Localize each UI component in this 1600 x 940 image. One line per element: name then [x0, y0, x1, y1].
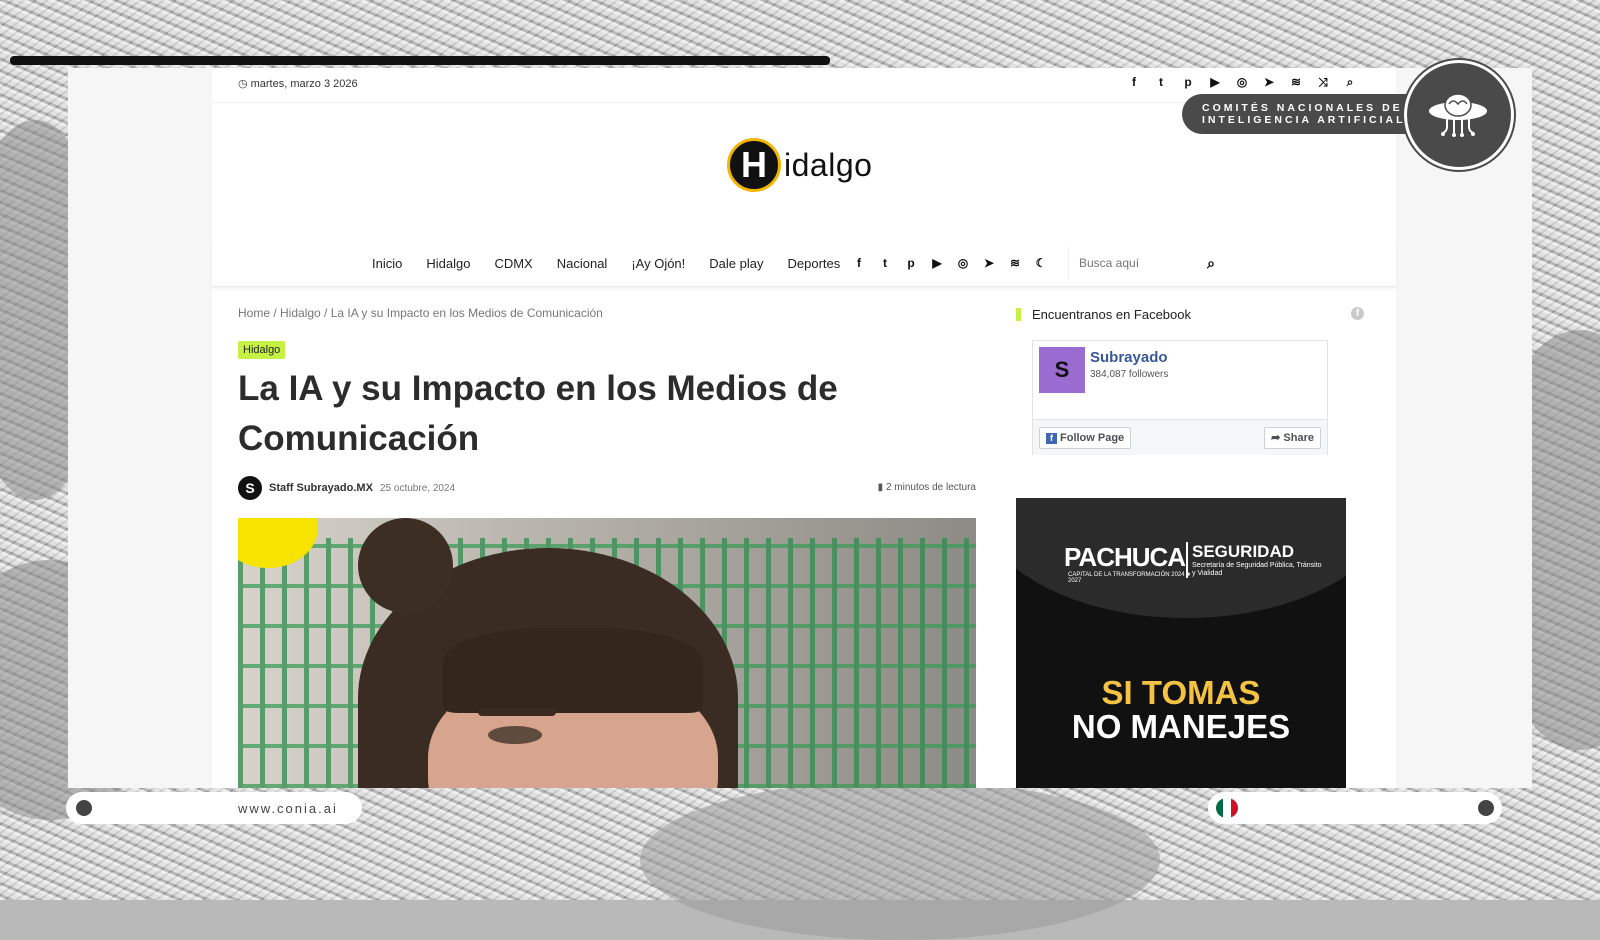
facebook-icon: f: [1351, 307, 1364, 320]
ad-segment: SEGURIDAD: [1192, 542, 1295, 561]
page-name[interactable]: Subrayado: [1090, 349, 1168, 366]
conia-logo-icon: [1429, 93, 1487, 137]
article-hero-image: [238, 518, 976, 788]
ad-brand: PACHUCA: [1064, 542, 1186, 572]
twitter-icon[interactable]: t: [878, 256, 892, 270]
top-social-icons: f t p ▶ ◎ ➤ ≋ ⤨ ⌕: [1127, 75, 1357, 89]
nav-item-inicio[interactable]: Inicio: [372, 256, 402, 271]
facebook-icon: f: [1046, 433, 1057, 444]
nav-item-ay-ojon[interactable]: ¡Ay Ojón!: [631, 256, 685, 271]
share-button[interactable]: ➦ Share: [1264, 427, 1321, 449]
browser-page: ◷ martes, marzo 3 2026 f t p ▶ ◎ ➤ ≋ ⤨ ⌕ …: [68, 68, 1532, 788]
widget-title: Encuentranos en Facebook: [1032, 307, 1191, 322]
breadcrumb[interactable]: Home / Hidalgo / La IA y su Impacto en l…: [238, 306, 603, 320]
dark-mode-icon[interactable]: ☾: [1034, 256, 1048, 270]
telegram-icon[interactable]: ➤: [982, 256, 996, 270]
article-title: La IA y su Impacto en los Medios de Comu…: [238, 369, 838, 458]
nav-social-icons: f t p ▶ ◎ ➤ ≋ ☾: [852, 256, 1048, 270]
image-shape: [478, 708, 556, 716]
author-name[interactable]: Staff Subrayado.MX: [269, 482, 373, 494]
category-badge[interactable]: Hidalgo: [238, 341, 286, 359]
nav-item-dale-play[interactable]: Dale play: [709, 256, 763, 271]
website-url: www.conia.ai: [238, 801, 338, 816]
facebook-icon[interactable]: f: [1127, 75, 1141, 89]
plugin-footer: f Follow Page ➦ Share: [1033, 419, 1327, 455]
logo-text: idalgo: [784, 146, 873, 183]
page-followers: 384,087 followers: [1090, 369, 1169, 380]
image-shape: [358, 518, 453, 613]
page-avatar[interactable]: S: [1039, 347, 1085, 393]
follow-label: Follow Page: [1060, 432, 1125, 444]
facebook-page-plugin: S Subrayado 384,087 followers f Follow Pa…: [1032, 340, 1328, 455]
avatar[interactable]: S: [238, 476, 262, 500]
youtube-icon[interactable]: ▶: [1208, 75, 1222, 89]
advertisement-banner[interactable]: PACHUCA CAPITAL DE LA TRANSFORMACIÓN 202…: [1016, 498, 1346, 788]
search-input[interactable]: [1069, 246, 1201, 280]
nav-item-cdmx[interactable]: CDMX: [494, 256, 532, 271]
telegram-icon[interactable]: ➤: [1262, 75, 1276, 89]
bookmark-icon: ▮: [877, 482, 884, 493]
mexico-flag-icon: [1216, 798, 1238, 818]
ad-brand-sub: CAPITAL DE LA TRANSFORMACIÓN 2024 ■ 2027: [1068, 572, 1190, 584]
bar-dot: [1478, 800, 1494, 816]
website: ◷ martes, marzo 3 2026 f t p ▶ ◎ ➤ ≋ ⤨ ⌕ …: [212, 68, 1396, 788]
clock-icon: ◷: [238, 78, 248, 90]
current-date: ◷ martes, marzo 3 2026: [238, 77, 358, 90]
ad-divider: [1186, 542, 1188, 578]
image-shape: [488, 726, 542, 744]
decorative-stroke: [10, 56, 830, 65]
search-icon[interactable]: ⌕: [1207, 255, 1215, 272]
country-bar: [1208, 792, 1502, 824]
share-label: Share: [1283, 432, 1314, 444]
nav-item-nacional[interactable]: Nacional: [557, 256, 608, 271]
rss-icon[interactable]: ≋: [1008, 256, 1022, 270]
image-shape: [443, 628, 703, 713]
nav-items: Inicio Hidalgo CDMX Nacional ¡Ay Ojón! D…: [372, 256, 864, 271]
article-meta: S Staff Subrayado.MX 25 octubre, 2024 ▮ …: [238, 476, 976, 502]
background-shape: [640, 780, 1160, 940]
ad-line-1: SI TOMAS: [1101, 674, 1261, 711]
widget-accent: [1016, 308, 1021, 321]
search-icon[interactable]: ⌕: [1343, 75, 1357, 89]
conia-logo-circle: [1404, 60, 1514, 170]
pinterest-icon[interactable]: p: [904, 256, 918, 270]
instagram-icon[interactable]: ◎: [1235, 75, 1249, 89]
twitter-icon[interactable]: t: [1154, 75, 1168, 89]
read-time-text: 2 minutos de lectura: [885, 482, 976, 493]
facebook-widget-header: Encuentranos en Facebook f: [1016, 306, 1390, 326]
ad-segment-sub: Secretaría de Seguridad Pública, Tránsit…: [1192, 562, 1322, 577]
site-logo[interactable]: H idalgo: [727, 138, 872, 192]
random-icon[interactable]: ⤨: [1316, 75, 1330, 89]
read-time: ▮ 2 minutos de lectura: [878, 482, 976, 493]
share-icon: ➦: [1271, 432, 1284, 444]
date-text: martes, marzo 3 2026: [250, 78, 358, 90]
rss-icon[interactable]: ≋: [1289, 75, 1303, 89]
logo-mark: H: [727, 138, 781, 192]
search-box: ⌕: [1068, 246, 1229, 280]
ad-line-2: NO MANEJES: [1071, 708, 1291, 745]
instagram-icon[interactable]: ◎: [956, 256, 970, 270]
nav-item-deportes[interactable]: Deportes: [787, 256, 840, 271]
bar-dot: [76, 800, 92, 816]
nav-item-hidalgo[interactable]: Hidalgo: [426, 256, 470, 271]
post-date: 25 octubre, 2024: [380, 483, 456, 494]
main-nav: Inicio Hidalgo CDMX Nacional ¡Ay Ojón! D…: [212, 242, 1396, 287]
follow-page-button[interactable]: f Follow Page: [1039, 427, 1132, 449]
pinterest-icon[interactable]: p: [1181, 75, 1195, 89]
facebook-icon[interactable]: f: [852, 256, 866, 270]
youtube-icon[interactable]: ▶: [930, 256, 944, 270]
url-bar: www.conia.ai: [66, 792, 362, 824]
